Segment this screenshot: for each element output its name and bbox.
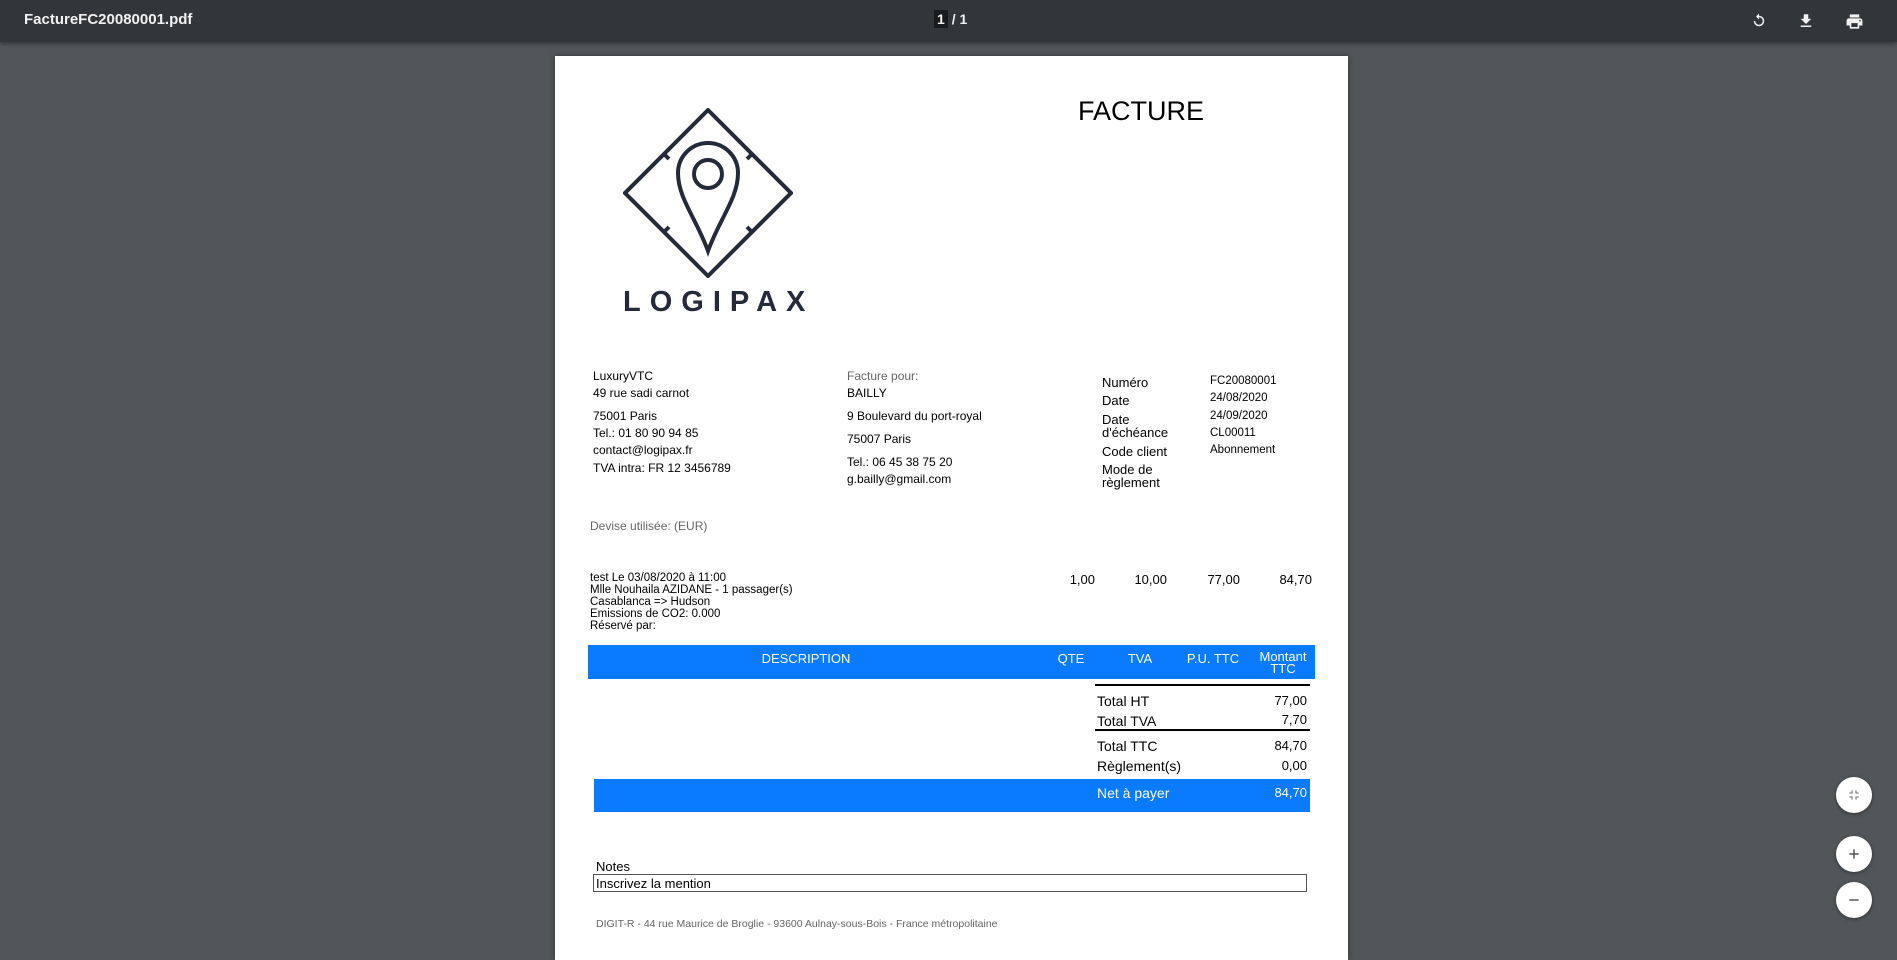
rotate-icon — [1753, 13, 1765, 27]
page-total: 1 — [959, 11, 968, 27]
page-current-input[interactable]: 1 — [934, 10, 948, 28]
total-ht-label: Total HT — [1097, 693, 1150, 709]
page-indicator: 1 / 1 — [934, 10, 968, 28]
header-tva: TVA — [1127, 651, 1153, 666]
rotate-button[interactable] — [1746, 8, 1772, 34]
client-heading: Facture pour: — [847, 369, 919, 383]
totals-mid-rule — [1095, 729, 1310, 731]
line-pu: 77,00 — [1207, 572, 1240, 587]
numero-label: Numéro — [1102, 375, 1149, 390]
table-header: DESCRIPTION QTE TVA P.U. TTC Montant TTC — [588, 645, 1315, 679]
client-name: BAILLY — [847, 386, 887, 400]
print-icon — [1846, 13, 1862, 29]
client-tel: Tel.: 06 45 38 75 20 — [847, 455, 953, 469]
currency-note: Devise utilisée: (EUR) — [590, 519, 708, 533]
net-a-payer-bar: Net à payer 84,70 — [594, 779, 1310, 812]
line-tva: 10,00 — [1134, 572, 1167, 587]
line-desc-4: Emissions de CO2: 0.000 — [590, 608, 721, 620]
totals-top-rule — [1095, 684, 1310, 686]
seller-vat: TVA intra: FR 12 3456789 — [593, 461, 731, 475]
date-label: Date — [1102, 393, 1130, 408]
line-montant: 84,70 — [1279, 572, 1312, 587]
net-a-payer-value: 84,70 — [1274, 785, 1307, 800]
seller-tel: Tel.: 01 80 90 94 85 — [593, 426, 699, 440]
line-desc-5: Réservé par: — [590, 620, 656, 632]
zoom-out-button[interactable] — [1836, 882, 1872, 918]
mode-reglement-value: Abonnement — [1210, 444, 1276, 456]
total-tva-label: Total TVA — [1097, 713, 1157, 729]
net-a-payer-label: Net à payer — [1097, 785, 1170, 801]
download-icon — [1800, 14, 1812, 27]
total-ttc-label: Total TTC — [1097, 738, 1158, 754]
total-ttc-value: 84,70 — [1274, 738, 1307, 753]
line-description: test Le 03/08/2020 à 11:00 Mlle Nouhaila… — [590, 572, 793, 632]
line-desc-3: Casablanca => Hudson — [590, 596, 711, 608]
notes-label: Notes — [596, 859, 630, 874]
file-name: FactureFC20080001.pdf — [24, 11, 193, 28]
header-pu: P.U. TTC — [1186, 651, 1240, 666]
echeance-value: 24/09/2020 — [1210, 410, 1268, 422]
header-qte: QTE — [1057, 651, 1085, 666]
header-montant: Montant TTC — [1259, 649, 1307, 676]
line-desc-2: Mlle Nouhaila AZIDANE - 1 passager(s) — [590, 584, 793, 596]
total-tva-value: 7,70 — [1281, 712, 1307, 727]
seller-name: LuxuryVTC — [593, 369, 654, 383]
line-desc-1: test Le 03/08/2020 à 11:00 — [590, 572, 726, 584]
date-value: 24/08/2020 — [1210, 392, 1268, 404]
seller-street: 49 rue sadi carnot — [593, 386, 690, 400]
client-email: g.bailly@gmail.com — [847, 472, 952, 486]
client-city: 75007 Paris — [847, 432, 912, 446]
total-ht-value: 77,00 — [1274, 693, 1307, 708]
page-footer: DIGIT-R - 44 rue Maurice de Broglie - 93… — [596, 918, 998, 930]
numero-value: FC20080001 — [1210, 375, 1277, 387]
reglements-value: 0,00 — [1281, 758, 1307, 773]
fit-page-icon — [1849, 790, 1859, 800]
pdf-page: LOGIPAX FACTURE LuxuryVTC 49 rue sadi ca… — [555, 56, 1348, 960]
code-client-value: CL00011 — [1210, 427, 1256, 439]
page-separator: / — [951, 11, 956, 27]
pdf-toolbar: FactureFC20080001.pdf 1 / 1 — [0, 0, 1897, 42]
header-description: DESCRIPTION — [761, 651, 851, 666]
line-qte: 1,00 — [1069, 572, 1095, 587]
logo-text: LOGIPAX — [623, 286, 815, 318]
zoom-out-icon — [1849, 899, 1859, 901]
invoice-title: FACTURE — [1078, 96, 1205, 126]
download-button[interactable] — [1793, 8, 1819, 34]
zoom-in-icon — [1849, 849, 1859, 859]
seller-city: 75001 Paris — [593, 409, 658, 423]
client-street: 9 Boulevard du port-royal — [847, 409, 982, 423]
zoom-in-button[interactable] — [1836, 836, 1872, 872]
seller-email: contact@logipax.fr — [593, 443, 693, 457]
notes-field[interactable]: Inscrivez la mention — [593, 874, 1307, 892]
echeance-label: Date d'échéance — [1102, 412, 1169, 440]
logipax-logo-icon — [623, 108, 793, 278]
fit-page-button[interactable] — [1836, 777, 1872, 813]
print-button[interactable] — [1841, 8, 1867, 34]
mode-reglement-label: Mode de règlement — [1102, 462, 1160, 490]
reglements-label: Règlement(s) — [1097, 758, 1182, 774]
code-client-label: Code client — [1102, 444, 1168, 459]
